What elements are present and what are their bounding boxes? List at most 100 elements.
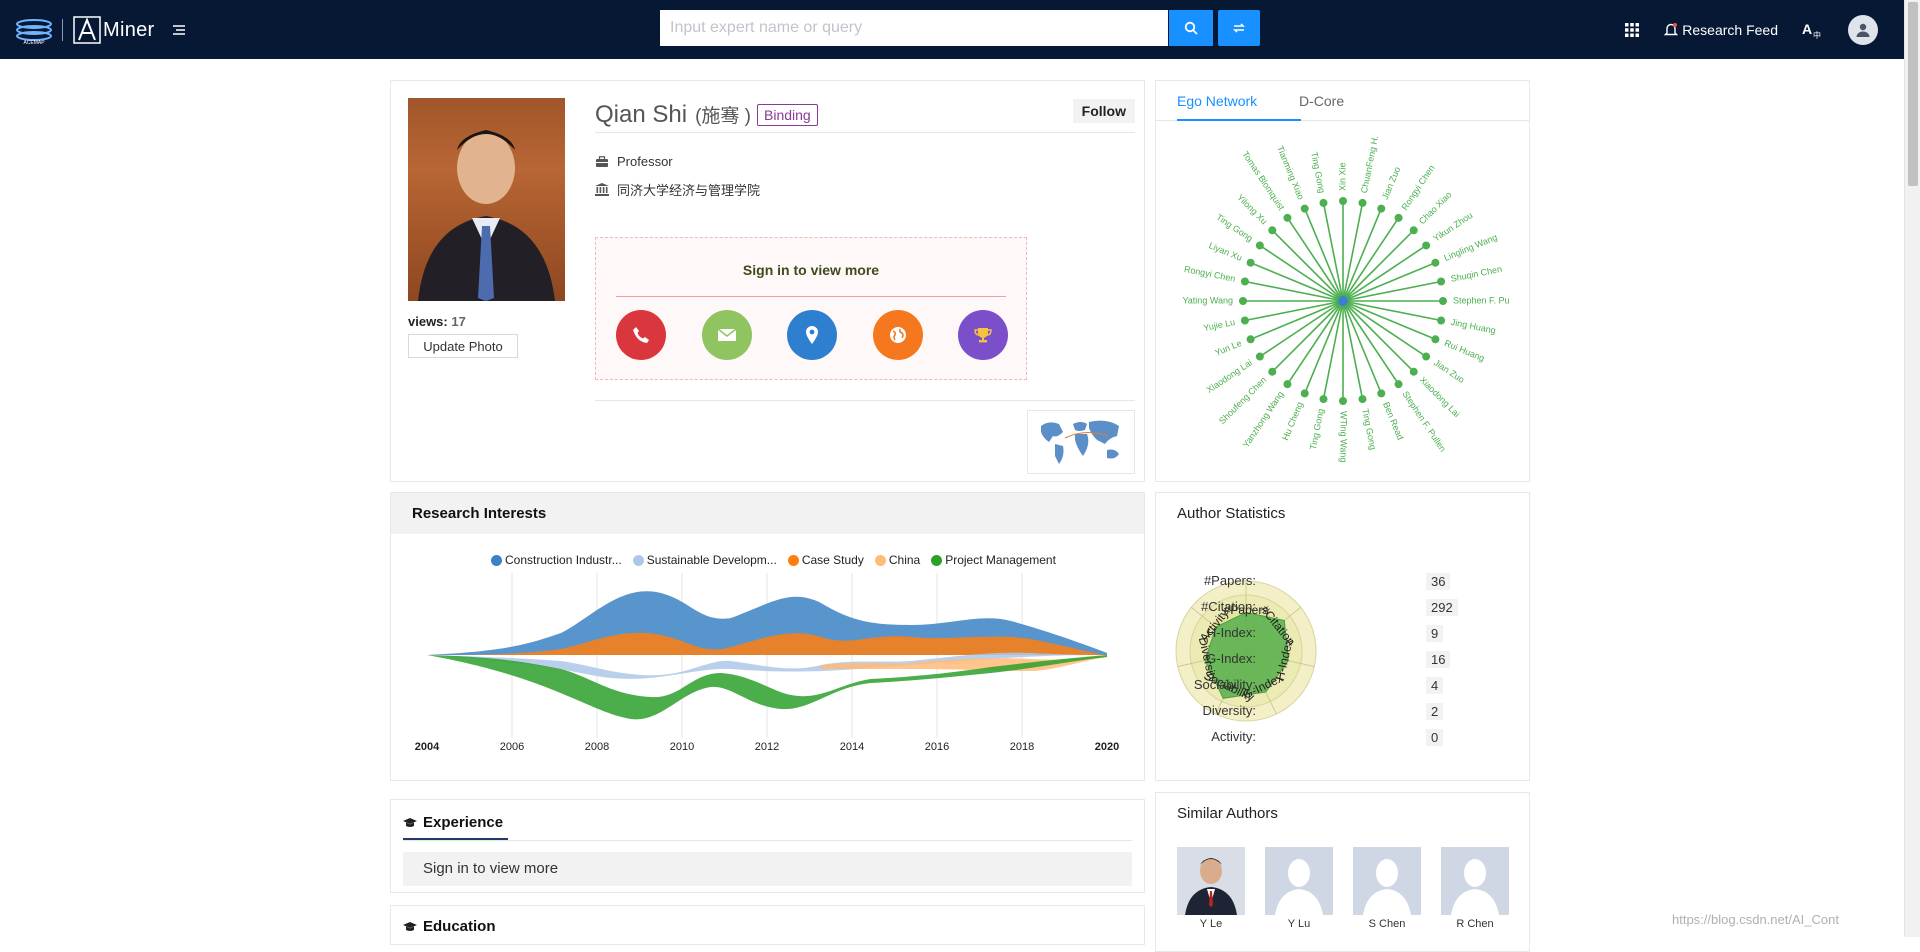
ego-node[interactable] bbox=[1240, 277, 1249, 286]
world-map-thumbnail[interactable] bbox=[1027, 410, 1135, 474]
follow-button[interactable]: Follow bbox=[1072, 99, 1135, 123]
ego-node[interactable] bbox=[1409, 367, 1418, 376]
location-icon[interactable] bbox=[787, 310, 837, 360]
legend-dot bbox=[931, 554, 943, 566]
aminer-logo[interactable]: Miner bbox=[73, 16, 155, 44]
legend-item[interactable]: Project Management bbox=[931, 553, 1056, 567]
ego-node[interactable] bbox=[1394, 380, 1403, 389]
legend-item[interactable]: Construction Industr... bbox=[491, 553, 622, 567]
ego-node-label[interactable]: Stephen F. Pu bbox=[1453, 295, 1510, 305]
ego-node[interactable] bbox=[1422, 241, 1431, 250]
ego-node-label[interactable]: Chao Xiao bbox=[1417, 190, 1454, 227]
similar-author[interactable]: R Chen bbox=[1441, 847, 1509, 930]
ego-node[interactable] bbox=[1377, 389, 1386, 398]
phone-icon[interactable] bbox=[616, 310, 666, 360]
ego-node-label[interactable]: Ting Gong bbox=[1214, 212, 1254, 243]
ego-node-label[interactable]: Rongyi Chen bbox=[1183, 264, 1236, 284]
trophy-icon[interactable] bbox=[958, 310, 1008, 360]
ego-node-label[interactable]: Yating Wang bbox=[1182, 295, 1233, 305]
ego-node[interactable] bbox=[1255, 241, 1264, 250]
legend-item[interactable]: Sustainable Developm... bbox=[632, 553, 777, 567]
legend-item[interactable]: China bbox=[874, 553, 920, 567]
language-switch-icon[interactable]: A 中 bbox=[1802, 21, 1822, 39]
menu-icon[interactable] bbox=[169, 20, 189, 40]
ego-node[interactable] bbox=[1319, 395, 1328, 404]
ego-node[interactable] bbox=[1239, 297, 1247, 305]
ego-node-label[interactable]: Rui Huang bbox=[1443, 338, 1486, 364]
research-feed-link[interactable]: Research Feed bbox=[1664, 22, 1778, 38]
ego-node-label[interactable]: Shuqin Chen bbox=[1450, 264, 1503, 284]
research-streamgraph[interactable]: 2004 2006 2008 2010 2012 2014 2016 2018 2020 bbox=[391, 573, 1144, 773]
signin-prompt[interactable]: Sign in to view more bbox=[596, 262, 1026, 278]
ego-node[interactable] bbox=[1246, 258, 1255, 267]
ego-node[interactable] bbox=[1268, 367, 1277, 376]
acemap-logo-icon[interactable]: ACEMAP bbox=[14, 15, 54, 45]
ego-node[interactable] bbox=[1358, 395, 1367, 404]
ego-node-label[interactable]: Hu Cheng bbox=[1280, 400, 1305, 441]
similar-author[interactable]: S Chen bbox=[1353, 847, 1421, 930]
ego-node-label[interactable]: Yilong Xu bbox=[1235, 192, 1269, 226]
ego-center-node[interactable] bbox=[1338, 296, 1348, 306]
binding-badge[interactable]: Binding bbox=[757, 103, 818, 126]
ego-node-label[interactable]: Ben Read bbox=[1381, 400, 1406, 441]
ego-node[interactable] bbox=[1437, 316, 1446, 325]
update-photo-button[interactable]: Update Photo bbox=[408, 334, 518, 358]
ego-node-label[interactable]: Yun Le bbox=[1213, 338, 1243, 358]
stat-label: H-Index: bbox=[1206, 625, 1256, 640]
similar-authors-card: Similar Authors Y Le Y Lu S Chen R Chen bbox=[1155, 792, 1530, 952]
ego-node[interactable] bbox=[1439, 297, 1447, 305]
switch-search-button[interactable] bbox=[1218, 10, 1260, 46]
ego-node[interactable] bbox=[1283, 213, 1292, 222]
ego-node[interactable] bbox=[1255, 352, 1264, 361]
ego-node-label[interactable]: Ting Gong bbox=[1309, 151, 1327, 194]
globe-icon[interactable] bbox=[872, 310, 923, 360]
tab-d-core[interactable]: D-Core bbox=[1299, 81, 1344, 121]
ego-node-label[interactable]: Jing Huang bbox=[1450, 317, 1497, 336]
apps-grid-icon[interactable] bbox=[1624, 22, 1640, 38]
scrollbar-thumb[interactable] bbox=[1908, 2, 1918, 186]
ego-node-label[interactable]: Tianming Xiao bbox=[1275, 144, 1306, 201]
ego-node-label[interactable]: ChuanFeng H. bbox=[1359, 135, 1380, 194]
search-button[interactable] bbox=[1169, 10, 1213, 46]
user-avatar[interactable] bbox=[1848, 14, 1878, 45]
ego-node-label[interactable]: WTing Wang bbox=[1339, 411, 1349, 462]
ego-node-label[interactable]: Yikun Zhou bbox=[1431, 210, 1474, 243]
ego-node-label[interactable]: Jian Zuo bbox=[1432, 357, 1466, 384]
similar-author[interactable]: Y Le bbox=[1177, 847, 1245, 930]
ego-node-label[interactable]: Liyan Xu bbox=[1207, 240, 1243, 263]
ego-network-graph[interactable]: Xin Xie ChuanFeng H. Jian ZuoRongyi ChenCh… bbox=[1156, 121, 1531, 481]
ego-node[interactable] bbox=[1283, 380, 1292, 389]
ego-node[interactable] bbox=[1377, 204, 1386, 213]
experience-signin[interactable]: Sign in to view more bbox=[403, 852, 1132, 886]
ego-node-label[interactable]: Ting Gong bbox=[1360, 408, 1378, 451]
tab-ego-network[interactable]: Ego Network bbox=[1177, 81, 1301, 121]
similar-author[interactable]: Y Lu bbox=[1265, 847, 1333, 930]
legend-item[interactable]: Case Study bbox=[787, 553, 864, 567]
ego-node[interactable] bbox=[1358, 198, 1367, 207]
ego-node[interactable] bbox=[1300, 204, 1309, 213]
ego-node[interactable] bbox=[1431, 335, 1440, 344]
ego-node-label[interactable]: Yujie Lu bbox=[1203, 317, 1236, 333]
ego-node[interactable] bbox=[1319, 198, 1328, 207]
ego-node[interactable] bbox=[1268, 226, 1277, 235]
experience-section: Experience Sign in to view more bbox=[390, 799, 1145, 893]
ego-node-label[interactable]: Lingling Wang bbox=[1442, 232, 1498, 263]
email-icon[interactable] bbox=[701, 310, 752, 360]
page-scrollbar[interactable] bbox=[1904, 0, 1920, 937]
ego-node-label[interactable]: Xin Xie bbox=[1337, 162, 1347, 191]
search-input[interactable] bbox=[660, 10, 1168, 46]
ego-node[interactable] bbox=[1339, 397, 1347, 405]
ego-node[interactable] bbox=[1300, 389, 1309, 398]
ego-node[interactable] bbox=[1339, 197, 1347, 205]
ego-node-label[interactable]: Jian Zuo bbox=[1380, 165, 1402, 201]
ego-node[interactable] bbox=[1246, 335, 1255, 344]
ego-node[interactable] bbox=[1437, 277, 1446, 286]
ego-node[interactable] bbox=[1431, 258, 1440, 267]
ego-node[interactable] bbox=[1422, 352, 1431, 361]
year-tick-label: 2018 bbox=[1010, 741, 1034, 753]
ego-node[interactable] bbox=[1409, 226, 1418, 235]
stat-value: 0 bbox=[1426, 729, 1444, 746]
ego-node[interactable] bbox=[1240, 316, 1249, 325]
ego-node-label[interactable]: Ting Gong bbox=[1308, 408, 1326, 451]
ego-node[interactable] bbox=[1394, 213, 1403, 222]
